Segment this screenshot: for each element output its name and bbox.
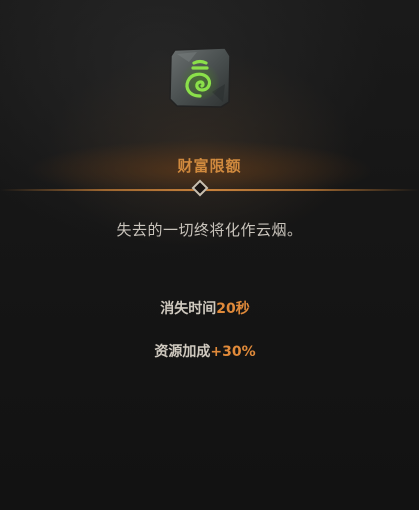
stat-resource-bonus: 资源加成+30% bbox=[0, 341, 410, 361]
divider-line bbox=[0, 189, 419, 191]
green-rune-stone-icon bbox=[167, 44, 233, 110]
tooltip-title: 财富限额 bbox=[177, 157, 242, 175]
tooltip-panel: 财富限额 失去的一切终将化作云烟。 消失时间20秒 资源加成+30% bbox=[0, 0, 419, 510]
stat-label: 资源加成 bbox=[154, 344, 211, 360]
tooltip-description: 失去的一切终将化作云烟。 bbox=[116, 221, 303, 239]
stat-disappear-time: 消失时间20秒 bbox=[0, 298, 410, 318]
stat-label: 消失时间 bbox=[160, 301, 217, 317]
stat-value: 20秒 bbox=[216, 301, 250, 317]
stat-value: +30% bbox=[210, 344, 256, 360]
